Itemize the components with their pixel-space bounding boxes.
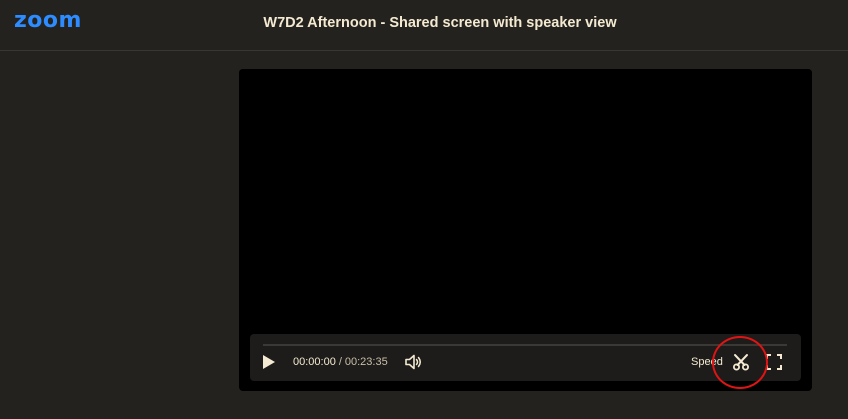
time-separator: /	[338, 356, 342, 368]
time-display: 00:00:00/00:23:35	[293, 356, 388, 368]
fullscreen-icon	[766, 354, 782, 370]
clip-button[interactable]	[730, 351, 752, 373]
video-player[interactable]: 00:00:00/00:23:35 Speed	[239, 69, 812, 391]
volume-icon	[405, 354, 421, 370]
recording-title: W7D2 Afternoon - Shared screen with spea…	[263, 15, 617, 31]
speed-button[interactable]: Speed	[691, 356, 723, 368]
scissors-icon	[733, 354, 749, 371]
player-controls: 00:00:00/00:23:35 Speed	[250, 334, 801, 381]
play-icon	[263, 355, 275, 369]
fullscreen-button[interactable]	[763, 351, 785, 373]
current-time: 00:00:00	[293, 356, 336, 368]
progress-bar[interactable]	[263, 344, 787, 346]
play-button[interactable]	[259, 352, 279, 372]
volume-button[interactable]	[403, 352, 425, 372]
top-bar: zoom W7D2 Afternoon - Shared screen with…	[0, 0, 848, 51]
duration: 00:23:35	[344, 356, 388, 368]
video-viewport[interactable]	[239, 69, 812, 334]
